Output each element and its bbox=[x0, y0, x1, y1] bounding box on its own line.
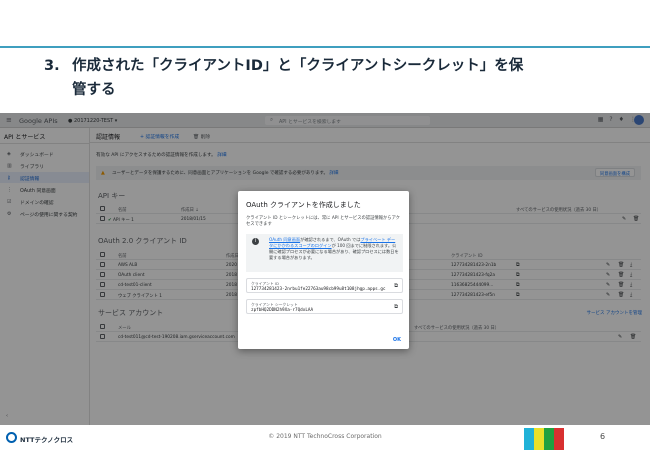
slide-title: 3. 作成された「クライアントID」と「クライアントシークレット」を保 管する bbox=[44, 54, 624, 102]
color-bar-blue bbox=[524, 428, 534, 450]
consent-screen-link[interactable]: OAuth 同意画面 bbox=[269, 237, 300, 242]
dialog-title: OAuth クライアントを作成しました bbox=[246, 201, 361, 209]
client-secret-value: zpfbHQ2DDN2h9Xa-r7QdxLAA bbox=[251, 307, 314, 313]
color-bar-green bbox=[544, 428, 554, 450]
color-bar-yellow bbox=[534, 428, 544, 450]
dialog-description: クライアント ID とシークレットには、常に API とサービスの認証情報からア… bbox=[246, 216, 400, 227]
slide-title-line1: 作成された「クライアントID」と「クライアントシークレット」を保 bbox=[72, 58, 524, 74]
ok-button[interactable]: OK bbox=[393, 337, 401, 343]
info-icon: i bbox=[252, 238, 259, 245]
oauth-created-dialog: OAuth クライアントを作成しました クライアント ID とシークレットには、… bbox=[238, 191, 409, 349]
console-screenshot: ≡ Google APIs ● 20171220-TEST ▾ ⌕ API とサ… bbox=[0, 113, 650, 425]
client-id-value: 127734281423-2nrbu1fe22763au98cb99u8t108… bbox=[251, 286, 386, 292]
slide-header-rule bbox=[0, 46, 650, 48]
copy-icon[interactable]: ⧉ bbox=[394, 304, 398, 311]
page-number: 6 bbox=[600, 432, 606, 441]
slide-title-line2: 管する bbox=[72, 82, 116, 98]
dialog-info-box: i OAuth 同意画面が確認されるまで、OAuth ではプライベート データに… bbox=[246, 234, 403, 272]
color-bar-red bbox=[554, 428, 564, 450]
slide-title-number: 3. bbox=[44, 58, 60, 74]
copy-icon[interactable]: ⧉ bbox=[394, 283, 398, 290]
color-bars bbox=[524, 428, 564, 450]
client-secret-field[interactable]: クライアント シークレット zpfbHQ2DDN2h9Xa-r7QdxLAA ⧉ bbox=[246, 299, 403, 314]
client-id-field[interactable]: クライアント ID 127734281423-2nrbu1fe22763au98… bbox=[246, 278, 403, 293]
